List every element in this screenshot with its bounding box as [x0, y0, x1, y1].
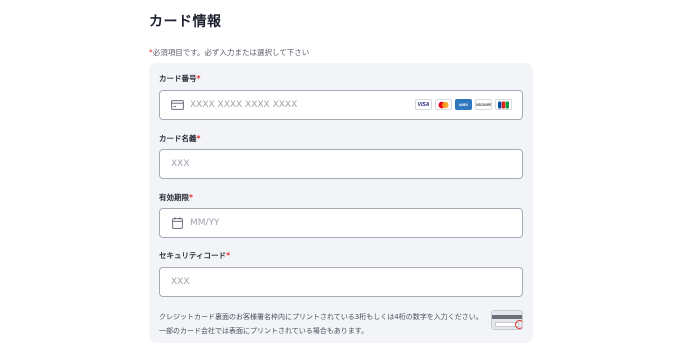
- required-mark: *: [189, 193, 193, 202]
- required-mark: *: [196, 134, 201, 143]
- card-number-label: カード番号*: [159, 73, 200, 84]
- discover-logo: DISCOVER: [475, 99, 492, 110]
- card-brand-logos: VISA AMEX DISCOVER: [415, 99, 512, 110]
- card-number-field[interactable]: VISA AMEX DISCOVER: [159, 90, 523, 120]
- required-mark: *: [226, 251, 230, 260]
- page-title: カード情報: [149, 14, 222, 30]
- required-note-text: 必須項目です。必ず入力または選択して下さい: [152, 48, 310, 57]
- amex-logo: AMEX: [455, 99, 472, 110]
- security-code-field[interactable]: [159, 267, 523, 297]
- security-code-label-text: セキュリティコード: [159, 251, 227, 260]
- expiry-field[interactable]: [159, 208, 523, 238]
- card-holder-label-text: カード名義: [159, 134, 197, 143]
- visa-logo: VISA: [415, 99, 432, 110]
- security-code-input[interactable]: [171, 268, 371, 296]
- jcb-logo: [495, 99, 512, 110]
- expiry-input[interactable]: [190, 209, 390, 237]
- card-holder-field[interactable]: [159, 149, 523, 179]
- mastercard-logo: [435, 99, 452, 110]
- card-info-panel: カード番号* VISA AMEX DISCOVER カード名義* 有効期限*: [149, 63, 533, 343]
- card-holder-input[interactable]: [171, 150, 371, 178]
- help-line-1: クレジットカード裏面のお客様署名枠内にプリントされている3桁もしくは4桁の数字を…: [159, 313, 483, 321]
- security-code-label: セキュリティコード*: [159, 250, 230, 261]
- security-code-help: クレジットカード裏面のお客様署名枠内にプリントされている3桁もしくは4桁の数字を…: [159, 310, 489, 338]
- card-holder-label: カード名義*: [159, 133, 200, 144]
- required-mark: *: [196, 74, 201, 83]
- credit-card-icon: [170, 98, 184, 112]
- required-note: *必須項目です。必ず入力または選択して下さい: [149, 47, 309, 58]
- card-number-label-text: カード番号: [159, 74, 197, 83]
- card-number-input[interactable]: [190, 91, 390, 119]
- card-back-cvv-icon: [491, 310, 523, 330]
- expiry-label-text: 有効期限: [159, 193, 189, 202]
- expiry-label: 有効期限*: [159, 192, 193, 203]
- help-line-2: 一部のカード会社では表面にプリントされている場合もあります。: [159, 327, 369, 335]
- calendar-icon: [170, 216, 184, 230]
